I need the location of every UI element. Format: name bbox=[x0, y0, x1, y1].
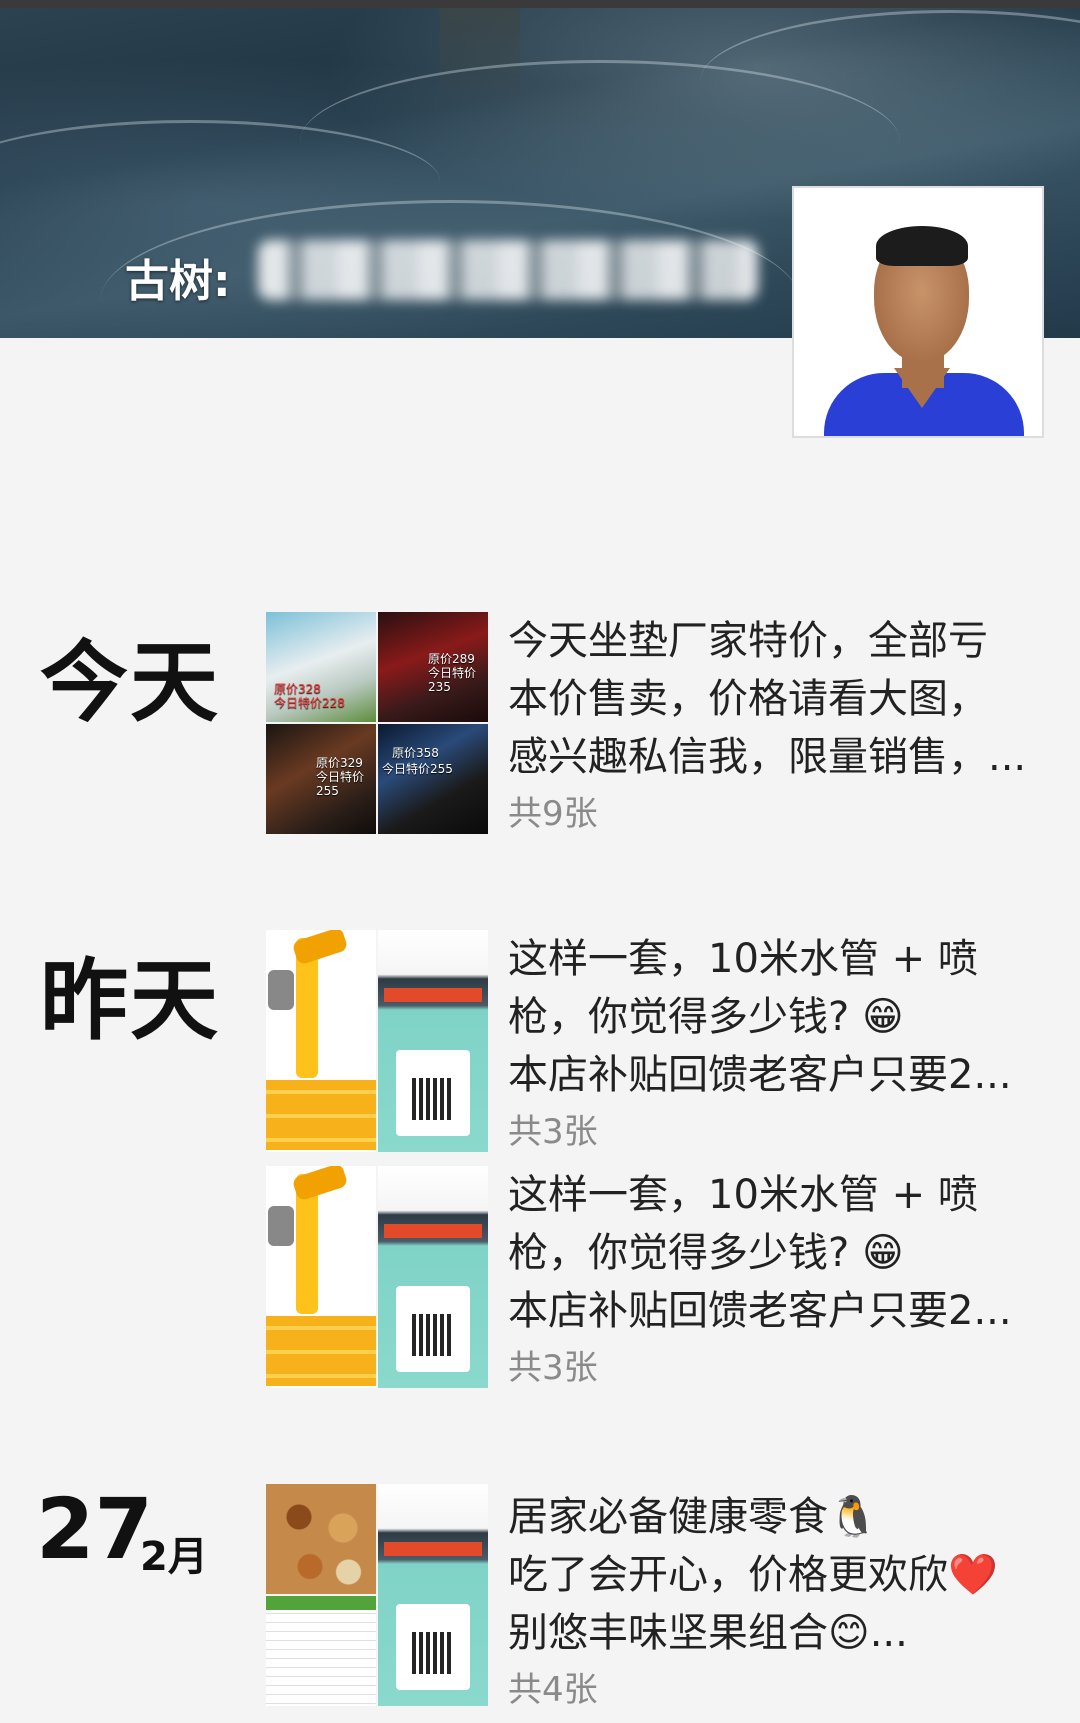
thumbnail-nuts[interactable] bbox=[266, 1484, 376, 1594]
post-text-line: 居家必备健康零食🐧 bbox=[508, 1494, 878, 1540]
post-text-line: 枪，你觉得多少钱? 😁 bbox=[508, 1230, 904, 1276]
thumb-price: 原价329 bbox=[316, 756, 363, 770]
date-month: 2月 bbox=[140, 1534, 208, 1580]
faucet-shape bbox=[268, 970, 294, 1010]
status-strip bbox=[0, 0, 1080, 8]
post-text-line: 本价售卖，价格请看大图， bbox=[508, 676, 988, 722]
thumb-price: 今日特价228 bbox=[274, 696, 345, 710]
post-text[interactable]: 这样一套，10米水管 + 喷 枪，你觉得多少钱? 😁 本店补贴回馈老客户只要2.… bbox=[508, 1166, 1033, 1340]
post-text-line: 别悠丰味坚果组合😊... bbox=[508, 1610, 908, 1656]
thumb-price: 原价289 bbox=[428, 652, 475, 666]
thumbnail-seat-cushion[interactable]: 原价328 今日特价228 bbox=[266, 612, 376, 722]
day-label-today: 今天 bbox=[40, 631, 221, 734]
thumbnail-store-flyer[interactable] bbox=[378, 930, 488, 1152]
post-text-line: 这样一套，10米水管 + 喷 bbox=[508, 936, 978, 982]
post-text-line: 感兴趣私信我，限量销售，... bbox=[508, 734, 1027, 780]
image-count: 共3张 bbox=[508, 1112, 598, 1152]
qr-code-icon bbox=[412, 1078, 454, 1120]
flyer-banner bbox=[384, 1542, 482, 1556]
thumbnail-price-table[interactable] bbox=[266, 1596, 376, 1706]
table-header-bar bbox=[266, 1596, 376, 1610]
post-text[interactable]: 今天坐垫厂家特价，全部亏 本价售卖，价格请看大图， 感兴趣私信我，限量销售，..… bbox=[508, 612, 1033, 786]
post-text[interactable]: 这样一套，10米水管 + 喷 枪，你觉得多少钱? 😁 本店补贴回馈老客户只要2.… bbox=[508, 930, 1033, 1104]
thumbnail-store-flyer[interactable] bbox=[378, 1166, 488, 1388]
profile-nickname: 古树: bbox=[125, 256, 231, 307]
avatar-hair bbox=[876, 226, 968, 266]
thumbnail-water-hose[interactable] bbox=[266, 1166, 376, 1388]
spray-head-shape bbox=[291, 930, 349, 966]
thumbnail-water-hose[interactable] bbox=[266, 930, 376, 1152]
spray-head-shape bbox=[291, 1166, 349, 1202]
post-text-line: 今天坐垫厂家特价，全部亏 bbox=[508, 618, 988, 664]
post-text-line: 这样一套，10米水管 + 喷 bbox=[508, 1172, 978, 1218]
image-count: 共4张 bbox=[508, 1670, 598, 1710]
avatar[interactable] bbox=[792, 186, 1044, 438]
thumb-price: 今日特价255 bbox=[316, 770, 365, 798]
qr-code-icon bbox=[412, 1314, 454, 1356]
faucet-shape bbox=[268, 1206, 294, 1246]
post-thumbnails[interactable] bbox=[266, 1166, 488, 1388]
thumb-price: 原价358 bbox=[392, 746, 439, 760]
post-text-line: 吃了会开心，价格更欢欣❤️ bbox=[508, 1552, 998, 1598]
qr-code-icon bbox=[412, 1632, 454, 1674]
thumb-price: 今日特价235 bbox=[428, 666, 477, 694]
thumbnail-seat-cushion[interactable]: 原价289 今日特价235 bbox=[378, 612, 488, 722]
thumbnail-seat-cushion[interactable]: 原价358 今日特价255 bbox=[378, 724, 488, 834]
thumbnail-store-flyer[interactable] bbox=[378, 1484, 488, 1706]
post-text-line: 枪，你觉得多少钱? 😁 bbox=[508, 994, 904, 1040]
thumb-price: 今日特价255 bbox=[382, 762, 453, 776]
thumbnail-seat-cushion[interactable]: 原价329 今日特价255 bbox=[266, 724, 376, 834]
post-thumbnails[interactable] bbox=[266, 930, 488, 1152]
post-text-line: 本店补贴回馈老客户只要2... bbox=[508, 1052, 1012, 1098]
flyer-banner bbox=[384, 1224, 482, 1238]
post-text-line: 本店补贴回馈老客户只要2... bbox=[508, 1288, 1012, 1334]
date-day: 27 bbox=[36, 1480, 153, 1578]
day-label-yesterday: 昨天 bbox=[40, 949, 221, 1052]
post-thumbnails[interactable]: 原价328 今日特价228 原价289 今日特价235 原价329 今日特价25… bbox=[266, 612, 488, 834]
post-text[interactable]: 居家必备健康零食🐧 吃了会开心，价格更欢欣❤️ 别悠丰味坚果组合😊... bbox=[508, 1488, 1033, 1662]
flyer-banner bbox=[384, 988, 482, 1002]
image-count: 共3张 bbox=[508, 1348, 598, 1388]
thumb-price: 原价328 bbox=[274, 682, 321, 696]
post-thumbnails[interactable] bbox=[266, 1484, 488, 1706]
redacted-name bbox=[258, 240, 758, 300]
avatar-vneck bbox=[894, 368, 950, 408]
image-count: 共9张 bbox=[508, 794, 598, 834]
